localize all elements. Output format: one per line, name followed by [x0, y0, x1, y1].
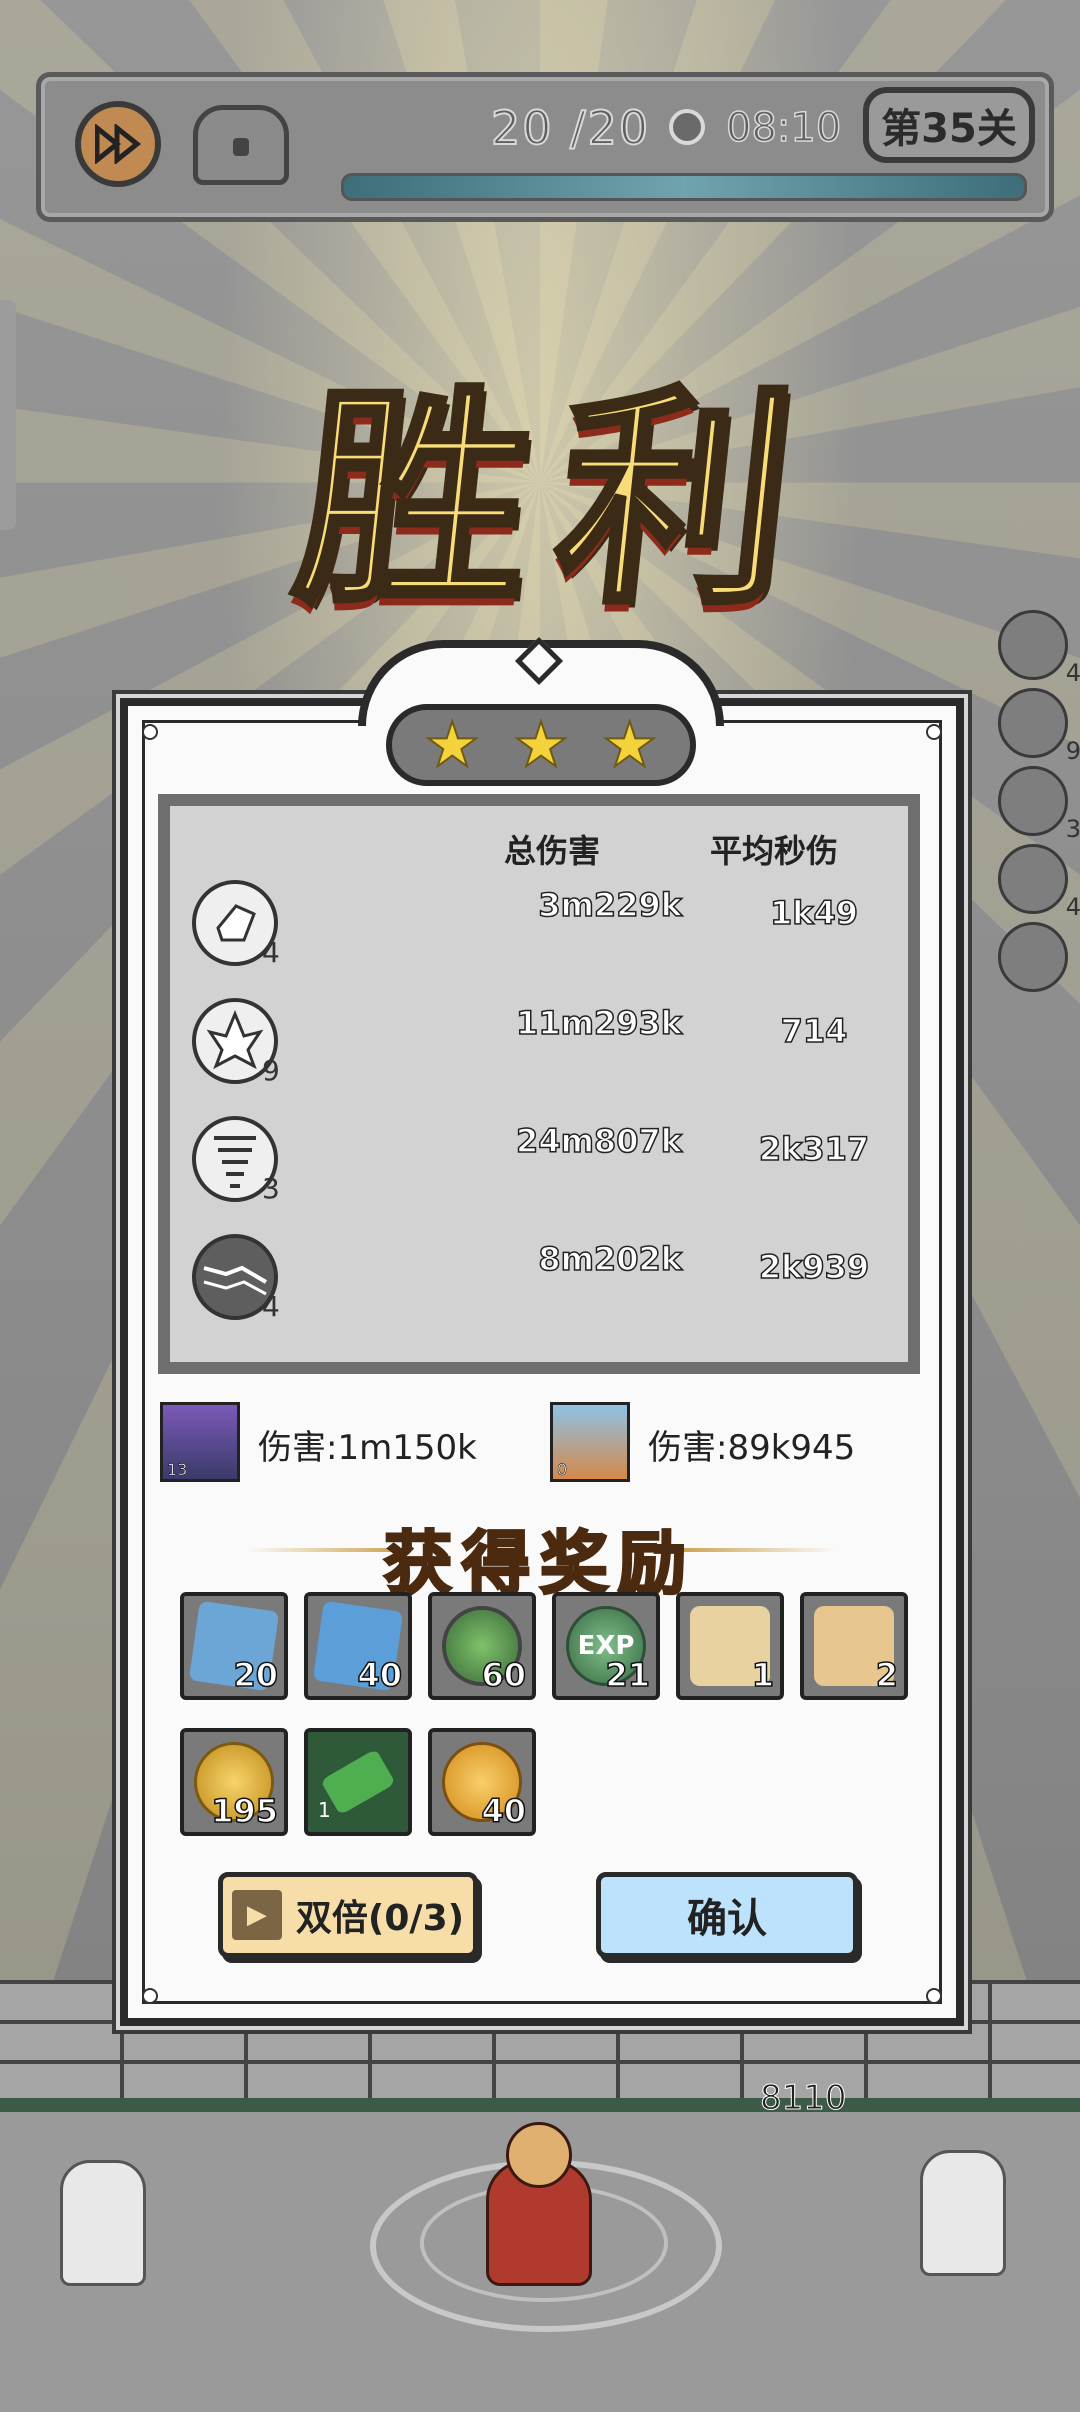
avg-dps: 2k939 — [758, 1247, 870, 1287]
side-skill-item[interactable]: 4 — [998, 610, 1080, 687]
hero-damage-2: 0 伤害:89k945 — [550, 1402, 910, 1484]
table-row: 9 11m293k 714 — [170, 990, 908, 1090]
avg-dps: 714 — [780, 1011, 848, 1051]
rivet — [926, 724, 942, 740]
star-rating: ★ ★ ★ — [386, 704, 696, 786]
ally-character-left — [60, 2160, 146, 2286]
total-damage: 8m202k — [538, 1239, 683, 1279]
fast-forward-icon — [95, 124, 141, 164]
video-icon: ▶ — [231, 1890, 282, 1940]
hero-damage-text: 伤害:1m150k — [258, 1428, 477, 1468]
header-total-damage: 总伤害 — [504, 832, 601, 870]
hero-damage-1: 13 伤害:1m150k — [160, 1402, 520, 1484]
hero-portrait[interactable]: 13 — [160, 1402, 240, 1482]
reward-qty: 40 — [357, 1655, 403, 1695]
rivet — [142, 724, 158, 740]
hero-damage-text: 伤害:89k945 — [648, 1428, 856, 1468]
star-icon: ★ — [424, 708, 482, 781]
rivet — [926, 1988, 942, 2004]
wave-progress-bar — [341, 173, 1027, 201]
treasure-chest-icon[interactable] — [193, 105, 289, 185]
confirm-button[interactable]: 确认 — [596, 1872, 858, 1958]
skill-level: 3 — [262, 1172, 280, 1205]
skill-level: 9 — [262, 1054, 280, 1087]
side-skill-item[interactable]: 9 — [998, 688, 1080, 765]
total-damage: 3m229k — [538, 885, 683, 925]
ally-character-right — [920, 2150, 1006, 2276]
reward-item[interactable]: 40 — [304, 1592, 412, 1700]
side-tab[interactable] — [0, 300, 16, 530]
reward-qty: 1 — [751, 1655, 775, 1695]
table-row: 3 24m807k 2k317 — [170, 1108, 908, 1208]
damage-stats-table: 总伤害 平均秒伤 4 3m229k 1k49 9 11m293k 714 3 2… — [158, 794, 920, 1374]
reward-qty: 40 — [481, 1791, 527, 1831]
top-hud: 20 /20 08:10 第35关 — [36, 72, 1054, 222]
double-reward-label: 双倍(0/3) — [295, 1898, 465, 1939]
side-skill-item[interactable]: 4 — [998, 844, 1080, 921]
reward-item[interactable]: 1 — [676, 1592, 784, 1700]
side-skill-count: 4 — [1065, 659, 1080, 687]
hero-level: 0 — [557, 1460, 568, 1480]
reward-qty: 195 — [210, 1791, 278, 1831]
reward-item[interactable]: 1 — [304, 1728, 412, 1836]
reward-item[interactable]: EXP 21 — [552, 1592, 660, 1700]
clock-icon — [669, 109, 705, 145]
reward-qty: 60 — [481, 1655, 527, 1695]
header-avg-dps: 平均秒伤 — [710, 832, 839, 870]
skill-level: 4 — [262, 1290, 280, 1323]
reward-corner-number: 1 — [318, 1798, 331, 1822]
total-damage: 11m293k — [515, 1003, 682, 1043]
double-reward-button[interactable]: ▶ 双倍(0/3) — [218, 1872, 478, 1958]
side-skill-item[interactable]: 3 — [998, 766, 1080, 843]
reward-item[interactable]: 2 — [800, 1592, 908, 1700]
fast-forward-button[interactable] — [75, 101, 161, 187]
victory-title: 胜利 — [283, 362, 837, 638]
reward-qty: 2 — [875, 1655, 899, 1695]
avg-dps: 2k317 — [758, 1129, 870, 1169]
green-crystal-icon — [320, 1748, 396, 1816]
star-icon: ★ — [512, 708, 570, 781]
star-icon: ★ — [601, 708, 659, 781]
side-skill-list: 4 9 3 4 — [998, 610, 1080, 1000]
wave-counter: 20 /20 — [490, 100, 651, 156]
skill-level: 4 — [262, 936, 280, 969]
reward-item[interactable]: 60 — [428, 1592, 536, 1700]
table-row: 4 8m202k 2k939 — [170, 1226, 908, 1326]
reward-item[interactable]: 195 — [180, 1728, 288, 1836]
reward-qty: 20 — [233, 1655, 279, 1695]
side-skill-count: 3 — [1065, 815, 1080, 843]
timer: 08:10 — [725, 104, 842, 152]
hero-level: 13 — [167, 1460, 188, 1480]
hero-head — [506, 2122, 572, 2188]
rivet — [142, 1988, 158, 2004]
avg-dps: 1k49 — [769, 893, 859, 933]
reward-qty: 21 — [605, 1655, 651, 1695]
wall-hp-bar — [0, 2098, 1080, 2112]
reward-item[interactable]: 20 — [180, 1592, 288, 1700]
side-skill-count: 9 — [1065, 737, 1080, 765]
hero-portrait[interactable]: 0 — [550, 1402, 630, 1482]
side-skill-count: 4 — [1065, 893, 1080, 921]
table-row: 4 3m229k 1k49 — [170, 872, 908, 972]
level-badge: 第35关 — [863, 87, 1035, 163]
side-skill-item-empty[interactable] — [998, 922, 1068, 992]
total-damage: 24m807k — [515, 1121, 682, 1161]
reward-item[interactable]: 40 — [428, 1728, 536, 1836]
